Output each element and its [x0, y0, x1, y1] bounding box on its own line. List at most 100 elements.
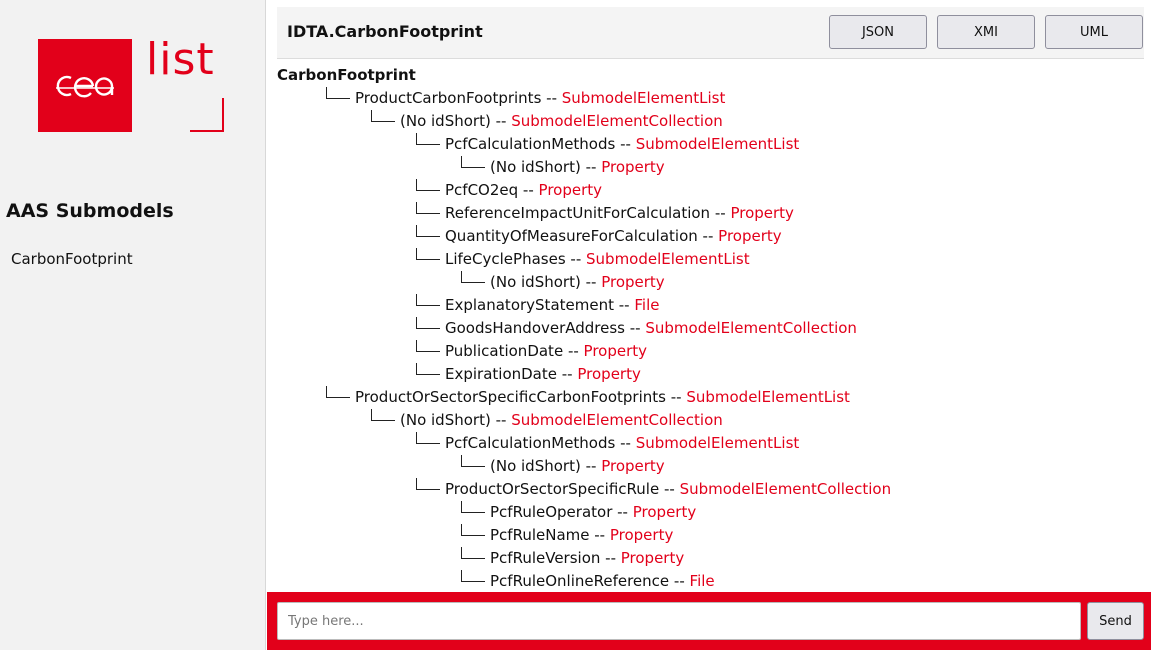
logo-wordmark: list [146, 34, 215, 85]
json-button[interactable]: JSON [829, 15, 927, 49]
tree-node-type: Property [730, 204, 794, 222]
tree-node: PcfCalculationMethods -- SubmodelElement… [277, 432, 1137, 455]
tree-node-name: ReferenceImpactUnitForCalculation [445, 204, 711, 222]
sidebar-heading: AAS Submodels [6, 200, 174, 222]
tree-node-type: SubmodelElementCollection [511, 411, 723, 429]
tree-node-label: PcfRuleOnlineReference -- File [490, 570, 715, 593]
tree-node-name: (No idShort) [400, 411, 491, 429]
tree-node-type: Property [718, 227, 782, 245]
tree-node-name: ExplanatoryStatement [445, 296, 614, 314]
tree-connector [461, 547, 485, 559]
tree-connector [416, 133, 440, 145]
tree-node-name: (No idShort) [490, 158, 581, 176]
tree-node-type: SubmodelElementList [635, 434, 800, 452]
tree-node-name: PcfCalculationMethods [445, 434, 616, 452]
tree-node-name: PcfRuleVersion [490, 549, 601, 567]
tree-node-name: PublicationDate [445, 342, 564, 360]
tree-node-separator: -- [490, 411, 512, 429]
tree-node-name: (No idShort) [490, 273, 581, 291]
tree-node-type: Property [601, 273, 665, 291]
tree-node-label: PcfRuleVersion -- Property [490, 547, 684, 570]
tree-node-label: PublicationDate -- Property [445, 340, 647, 363]
tree-node-name: ExpirationDate [445, 365, 557, 383]
tree-connector [416, 340, 440, 352]
tree-node: (No idShort) -- Property [277, 156, 1137, 179]
tree-node-separator: -- [580, 457, 602, 475]
tree-node-label: GoodsHandoverAddress -- SubmodelElementC… [445, 317, 857, 340]
tree-node: QuantityOfMeasureForCalculation -- Prope… [277, 225, 1137, 248]
tree-node-separator: -- [612, 503, 633, 521]
tree-node-name: PcfCalculationMethods [445, 135, 616, 153]
send-button[interactable]: Send [1087, 602, 1144, 640]
tree-node-type: SubmodelElementList [686, 388, 850, 406]
sidebar: list AAS Submodels CarbonFootprint [0, 0, 266, 650]
tree-node-label: ProductOrSectorSpecificRule -- SubmodelE… [445, 478, 891, 501]
tree-node-name: ProductOrSectorSpecificRule [445, 480, 660, 498]
cea-logo-mark [38, 39, 132, 132]
tree-node-separator: -- [615, 434, 636, 452]
tree-node-separator: -- [697, 227, 719, 245]
tree-node-label: ExpirationDate -- Property [445, 363, 641, 386]
tree-node-label: (No idShort) -- SubmodelElementCollectio… [400, 409, 723, 432]
tree-node-label: ReferenceImpactUnitForCalculation -- Pro… [445, 202, 794, 225]
tree-node: PcfRuleOnlineReference -- File [277, 570, 1137, 593]
tree-node-label: QuantityOfMeasureForCalculation -- Prope… [445, 225, 782, 248]
tree-node-separator: -- [600, 549, 621, 567]
xmi-button[interactable]: XMI [937, 15, 1035, 49]
tree-connector [416, 363, 440, 375]
tree-connector [461, 156, 485, 168]
tree-connector [416, 478, 440, 490]
tree-connector [416, 294, 440, 306]
app-window: list AAS Submodels CarbonFootprint IDTA.… [0, 0, 1151, 650]
tree-node-type: Property [609, 526, 674, 544]
tree-node-type: Property [620, 549, 685, 567]
tree-node-name: LifeCyclePhases [445, 250, 566, 268]
tree-node-type: File [689, 572, 715, 590]
tree-node: GoodsHandoverAddress -- SubmodelElementC… [277, 317, 1137, 340]
tree-connector [461, 501, 485, 513]
tree-node-separator: -- [665, 388, 687, 406]
tree-connector [461, 570, 485, 582]
tree-node-name: GoodsHandoverAddress [445, 319, 625, 337]
tree-node: (No idShort) -- Property [277, 271, 1137, 294]
tree-node-separator: -- [518, 181, 539, 199]
tree-connector [326, 386, 350, 398]
tree-node: (No idShort) -- SubmodelElementCollectio… [277, 110, 1137, 133]
sidebar-item-carbonfootprint[interactable]: CarbonFootprint [11, 250, 133, 268]
tree-node-type: Property [577, 365, 641, 383]
tree-node: ProductCarbonFootprints -- SubmodelEleme… [277, 87, 1137, 110]
tree-node: PcfRuleVersion -- Property [277, 547, 1137, 570]
submodel-tree: CarbonFootprint ProductCarbonFootprints … [277, 64, 1137, 593]
tree-node-separator: -- [565, 250, 587, 268]
tree-node-label: (No idShort) -- Property [490, 271, 665, 294]
tree-node-separator: -- [563, 342, 584, 360]
tree-node-separator: -- [615, 135, 636, 153]
tree-node: PublicationDate -- Property [277, 340, 1137, 363]
tree-node: ExplanatoryStatement -- File [277, 294, 1137, 317]
tree-connector [416, 317, 440, 329]
tree-node-name: (No idShort) [490, 457, 581, 475]
tree-node: PcfRuleName -- Property [277, 524, 1137, 547]
tree-node-separator: -- [580, 158, 602, 176]
tree-node: PcfCalculationMethods -- SubmodelElement… [277, 133, 1137, 156]
tree-node-label: ProductOrSectorSpecificCarbonFootprints … [355, 386, 850, 409]
tree-node-label: ExplanatoryStatement -- File [445, 294, 659, 317]
page-title: IDTA.CarbonFootprint [287, 22, 483, 41]
tree-node: PcfCO2eq -- Property [277, 179, 1137, 202]
tree-connector [416, 248, 440, 260]
chat-input[interactable] [277, 602, 1081, 640]
tree-node-type: SubmodelElementCollection [645, 319, 857, 337]
tree-root: CarbonFootprint [277, 66, 416, 84]
tree-node-label: PcfRuleOperator -- Property [490, 501, 696, 524]
tree-node-separator: -- [710, 204, 731, 222]
tree-node-name: QuantityOfMeasureForCalculation [445, 227, 698, 245]
tree-node: (No idShort) -- SubmodelElementCollectio… [277, 409, 1137, 432]
tree-node-name: PcfRuleOperator [490, 503, 613, 521]
tree-connector [371, 110, 395, 122]
tree-node-type: Property [538, 181, 603, 199]
tree-node-separator: -- [669, 572, 690, 590]
tree-connector [416, 179, 440, 191]
tree-node-label: PcfCO2eq -- Property [445, 179, 602, 202]
uml-button[interactable]: UML [1045, 15, 1143, 49]
tree-node-type: SubmodelElementList [635, 135, 800, 153]
